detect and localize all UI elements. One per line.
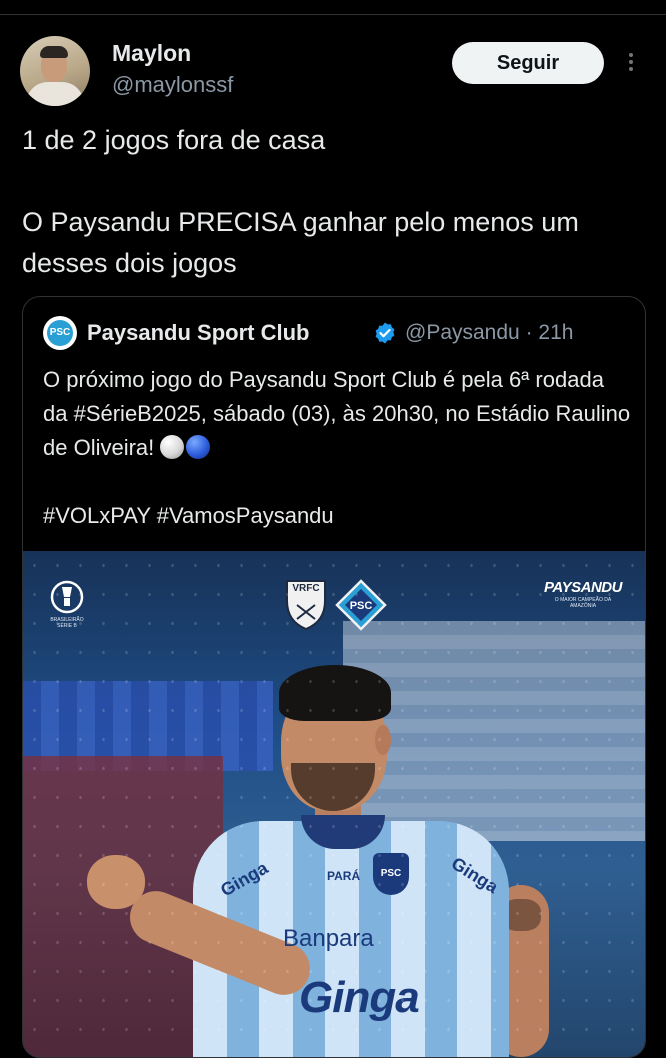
tweet-paragraph: 1 de 2 jogos fora de casa: [22, 125, 326, 155]
tweet-paragraph: O Paysandu PRECISA ganhar pelo menos um …: [22, 207, 579, 278]
author-handle[interactable]: @maylonssf: [112, 72, 233, 98]
quoted-avatar-text: PSC: [47, 320, 73, 346]
quoted-meta: @Paysandu · 21h: [405, 321, 573, 345]
quoted-avatar[interactable]: PSC: [43, 316, 77, 350]
quoted-header: PSC Paysandu Sport Club @Paysandu · 21h: [43, 315, 633, 351]
avatar-hair: [40, 46, 68, 58]
white-ball-emoji: [160, 435, 185, 459]
blue-ball-emoji: [186, 435, 211, 459]
quoted-media-image[interactable]: BRASILEIRÃO SÉRIE B VRFC PSC PAYSANDU O …: [23, 551, 645, 1057]
avatar-shirt: [26, 82, 84, 106]
quoted-hashtags[interactable]: #VOLxPAY #VamosPaysandu: [43, 499, 633, 533]
meta-separator: ·: [525, 321, 533, 344]
avatar[interactable]: [20, 36, 90, 106]
quoted-tweet[interactable]: PSC Paysandu Sport Club @Paysandu · 21h …: [22, 296, 646, 1058]
top-divider: [0, 14, 666, 15]
verified-icon: [375, 322, 395, 344]
quoted-time[interactable]: 21h: [538, 321, 573, 344]
quoted-body: O próximo jogo do Paysandu Sport Club é …: [43, 367, 631, 460]
quoted-handle[interactable]: @Paysandu: [405, 321, 520, 344]
author-name[interactable]: Maylon: [112, 40, 191, 67]
more-options-icon[interactable]: [624, 50, 638, 78]
quoted-paragraph: O próximo jogo do Paysandu Sport Club é …: [43, 363, 633, 465]
rain-overlay: [23, 551, 645, 1057]
tweet-text: 1 de 2 jogos fora de casa O Paysandu PRE…: [22, 120, 642, 284]
tweet-header: Maylon @maylonssf Seguir: [20, 36, 646, 108]
quoted-name[interactable]: Paysandu Sport Club: [87, 320, 309, 346]
quoted-text: O próximo jogo do Paysandu Sport Club é …: [43, 363, 633, 533]
follow-button[interactable]: Seguir: [452, 42, 604, 84]
